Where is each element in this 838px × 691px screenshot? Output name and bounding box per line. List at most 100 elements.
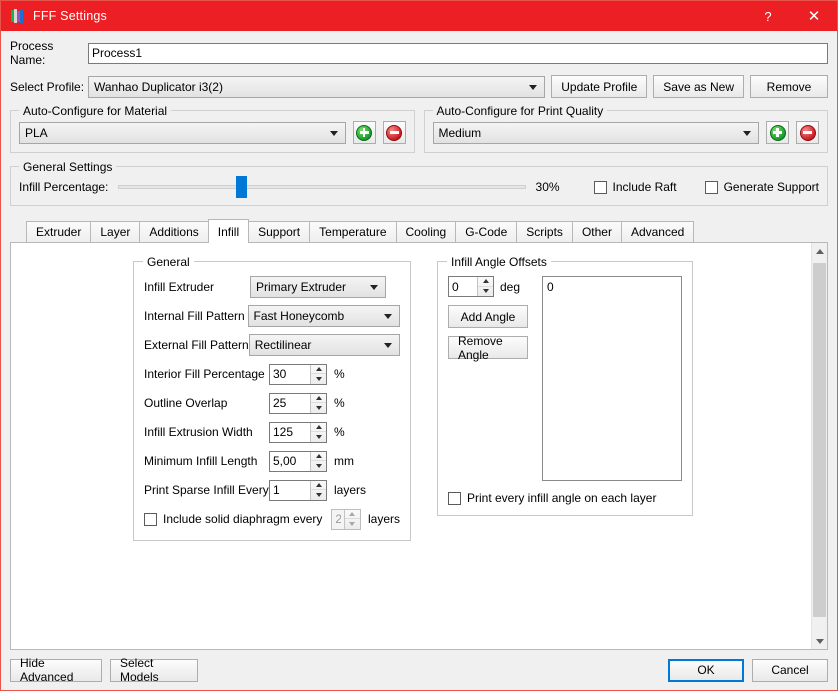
update-profile-button[interactable]: Update Profile bbox=[551, 75, 648, 98]
print-sparse-infill-unit: layers bbox=[334, 483, 367, 497]
remove-angle-button[interactable]: Remove Angle bbox=[448, 334, 528, 362]
scroll-down-icon[interactable] bbox=[812, 633, 827, 649]
spinner-down-icon[interactable] bbox=[311, 374, 326, 384]
auto-configure-material-group: Auto-Configure for Material PLA bbox=[10, 104, 415, 153]
tab-other[interactable]: Other bbox=[571, 221, 622, 242]
infill-percentage-slider[interactable] bbox=[118, 176, 526, 198]
solid-diaphragm-checkbox[interactable]: Include solid diaphragm every bbox=[144, 512, 322, 526]
infill-extruder-combo[interactable]: Primary Extruder bbox=[250, 276, 386, 298]
tab-layer[interactable]: Layer bbox=[90, 221, 141, 242]
scroll-up-icon[interactable] bbox=[812, 243, 827, 259]
interior-fill-percentage-label: Interior Fill Percentage bbox=[144, 367, 265, 381]
hide-advanced-button[interactable]: Hide Advanced bbox=[10, 656, 102, 684]
minimum-infill-length-input[interactable] bbox=[270, 451, 310, 471]
infill-general-title: General bbox=[143, 255, 194, 269]
auto-configure-quality-title: Auto-Configure for Print Quality bbox=[432, 104, 608, 118]
angle-value-input[interactable] bbox=[449, 277, 477, 296]
spinner-up-icon[interactable] bbox=[311, 452, 326, 461]
remove-quality-button[interactable] bbox=[796, 121, 819, 144]
tab-panel-infill: General Infill Extruder Primary Extruder… bbox=[10, 242, 828, 650]
dialog-footer: Hide Advanced Select Models OK Cancel bbox=[1, 650, 837, 690]
select-profile-combo[interactable]: Wanhao Duplicator i3(2) bbox=[88, 75, 546, 98]
spinner-buttons[interactable] bbox=[310, 393, 326, 413]
window-title: FFF Settings bbox=[33, 9, 107, 23]
include-raft-checkbox[interactable]: Include Raft bbox=[593, 180, 677, 194]
close-icon[interactable]: ✕ bbox=[791, 1, 837, 31]
add-quality-button[interactable] bbox=[766, 121, 789, 144]
spinner-down-icon[interactable] bbox=[311, 403, 326, 413]
angle-value-spinner[interactable] bbox=[448, 276, 494, 297]
save-as-new-button[interactable]: Save as New bbox=[653, 75, 744, 98]
generate-support-checkbox[interactable]: Generate Support bbox=[704, 180, 819, 194]
quality-combo[interactable]: Medium bbox=[432, 121, 759, 144]
print-sparse-infill-input[interactable] bbox=[270, 480, 310, 500]
general-settings-title: General Settings bbox=[19, 160, 117, 174]
process-name-input[interactable] bbox=[88, 42, 828, 64]
spinner-up-icon[interactable] bbox=[311, 365, 326, 374]
angle-list-box[interactable]: 0 bbox=[542, 276, 682, 481]
plus-circle-icon bbox=[769, 124, 786, 141]
infill-extrusion-width-spinner[interactable] bbox=[269, 421, 327, 443]
outline-overlap-spinner[interactable] bbox=[269, 392, 327, 414]
slider-thumb[interactable] bbox=[235, 176, 247, 198]
ok-button[interactable]: OK bbox=[668, 658, 744, 682]
minimum-infill-length-spinner[interactable] bbox=[269, 450, 327, 472]
internal-fill-pattern-combo[interactable]: Fast Honeycomb bbox=[247, 305, 400, 327]
spinner-buttons[interactable] bbox=[477, 277, 493, 296]
select-profile-value: Wanhao Duplicator i3(2) bbox=[94, 79, 223, 94]
tab-temperature[interactable]: Temperature bbox=[309, 221, 397, 242]
tab-extruder[interactable]: Extruder bbox=[26, 221, 92, 242]
select-models-button[interactable]: Select Models bbox=[110, 656, 198, 684]
interior-fill-percentage-input[interactable] bbox=[270, 364, 310, 384]
add-angle-button[interactable]: Add Angle bbox=[448, 305, 528, 328]
print-sparse-infill-spinner[interactable] bbox=[269, 479, 327, 501]
material-combo[interactable]: PLA bbox=[19, 121, 346, 144]
internal-fill-pattern-label: Internal Fill Pattern bbox=[144, 309, 245, 323]
remove-material-button[interactable] bbox=[382, 121, 406, 144]
outline-overlap-input[interactable] bbox=[270, 393, 310, 413]
infill-extrusion-width-input[interactable] bbox=[270, 422, 310, 442]
list-item[interactable]: 0 bbox=[547, 280, 677, 295]
infill-extruder-label: Infill Extruder bbox=[144, 280, 215, 294]
solid-diaphragm-label: Include solid diaphragm every bbox=[163, 512, 323, 526]
minimum-infill-length-label: Minimum Infill Length bbox=[144, 454, 258, 468]
tab-additions[interactable]: Additions bbox=[139, 221, 209, 242]
scrollbar-track[interactable] bbox=[812, 259, 827, 633]
panel-scrollbar[interactable] bbox=[811, 243, 827, 649]
spinner-up-icon[interactable] bbox=[311, 394, 326, 403]
tab-cooling[interactable]: Cooling bbox=[395, 221, 457, 242]
auto-configure-material-title: Auto-Configure for Material bbox=[19, 104, 172, 118]
tab-infill[interactable]: Infill bbox=[207, 219, 250, 243]
spinner-up-icon[interactable] bbox=[311, 423, 326, 432]
tab-support[interactable]: Support bbox=[248, 221, 311, 242]
scrollbar-thumb[interactable] bbox=[813, 263, 826, 617]
tab-scripts[interactable]: Scripts bbox=[516, 221, 573, 242]
settings-tabs: Extruder Layer Additions Infill Support Tempe… bbox=[10, 218, 828, 650]
fff-settings-window: FFF Settings ? ✕ Process Name: Select Pr… bbox=[0, 0, 838, 691]
print-every-angle-checkbox[interactable]: Print every infill angle on each layer bbox=[448, 491, 682, 505]
slider-track bbox=[118, 185, 526, 189]
outline-overlap-unit: % bbox=[334, 396, 345, 410]
spinner-up-icon[interactable] bbox=[311, 481, 326, 490]
spinner-down-icon[interactable] bbox=[478, 287, 493, 297]
help-icon[interactable]: ? bbox=[745, 1, 791, 31]
remove-profile-button[interactable]: Remove bbox=[750, 75, 828, 98]
tab-advanced[interactable]: Advanced bbox=[620, 221, 695, 242]
tab-g-code[interactable]: G-Code bbox=[455, 221, 518, 242]
deg-label: deg bbox=[500, 279, 521, 294]
cancel-button[interactable]: Cancel bbox=[752, 658, 828, 682]
spinner-buttons[interactable] bbox=[310, 480, 326, 500]
add-material-button[interactable] bbox=[352, 121, 376, 144]
tab-label: G-Code bbox=[465, 225, 508, 239]
external-fill-pattern-combo[interactable]: Rectilinear bbox=[248, 334, 400, 356]
spinner-buttons[interactable] bbox=[310, 422, 326, 442]
spinner-down-icon[interactable] bbox=[311, 461, 326, 471]
spinner-down-icon[interactable] bbox=[311, 432, 326, 442]
spinner-buttons[interactable] bbox=[310, 451, 326, 471]
spinner-down-icon[interactable] bbox=[311, 490, 326, 500]
spinner-buttons[interactable] bbox=[310, 364, 326, 384]
interior-fill-percentage-spinner[interactable] bbox=[269, 363, 327, 385]
app-stripes-icon bbox=[11, 9, 25, 23]
minus-circle-icon bbox=[386, 124, 402, 141]
spinner-up-icon[interactable] bbox=[478, 277, 493, 287]
